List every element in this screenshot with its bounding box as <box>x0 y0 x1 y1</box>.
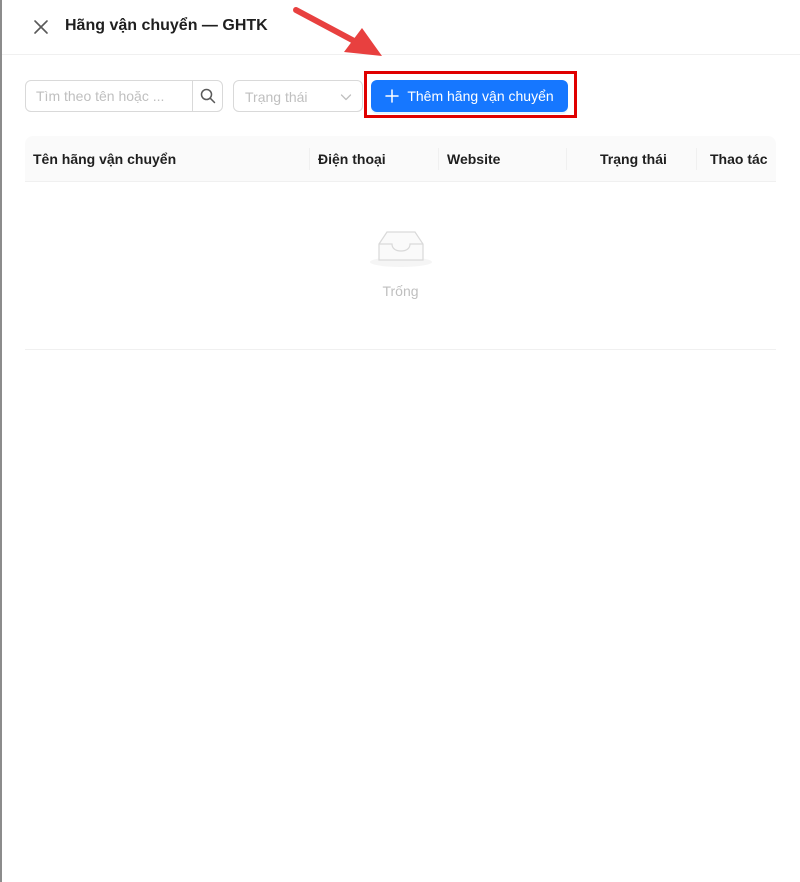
column-header-status[interactable]: Trạng thái <box>600 136 667 182</box>
column-header-phone[interactable]: Điện thoại <box>318 136 386 182</box>
empty-inbox-icon <box>370 231 432 267</box>
search-button[interactable] <box>192 80 223 112</box>
add-carrier-button[interactable]: Thêm hãng vận chuyển <box>371 80 568 112</box>
page-title: Hãng vận chuyển — GHTK <box>65 17 268 34</box>
column-separator <box>438 148 439 170</box>
close-button[interactable] <box>30 16 52 38</box>
status-select-placeholder: Trạng thái <box>245 89 308 105</box>
column-header-actions[interactable]: Thao tác <box>710 136 768 182</box>
column-header-name[interactable]: Tên hãng vận chuyển <box>33 136 176 182</box>
window-left-edge <box>0 0 2 882</box>
status-select[interactable]: Trạng thái <box>233 80 363 112</box>
table-header: Tên hãng vận chuyển Điện thoại Website T… <box>25 136 776 182</box>
arrow-annotation <box>293 7 382 56</box>
search-icon <box>200 88 216 104</box>
drawer-header: Hãng vận chuyển — GHTK <box>2 0 800 55</box>
column-separator <box>696 148 697 170</box>
column-separator <box>566 148 567 170</box>
column-header-website[interactable]: Website <box>447 136 500 182</box>
close-icon <box>34 20 48 34</box>
chevron-down-icon <box>340 94 352 101</box>
table-body: Trống <box>25 182 776 350</box>
add-carrier-button-label: Thêm hãng vận chuyển <box>407 88 554 104</box>
empty-state-text: Trống <box>382 283 419 299</box>
column-separator <box>309 148 310 170</box>
plus-icon <box>385 89 400 103</box>
carrier-table: Tên hãng vận chuyển Điện thoại Website T… <box>25 136 776 350</box>
search-input[interactable] <box>26 81 192 111</box>
search-box <box>25 80 223 112</box>
